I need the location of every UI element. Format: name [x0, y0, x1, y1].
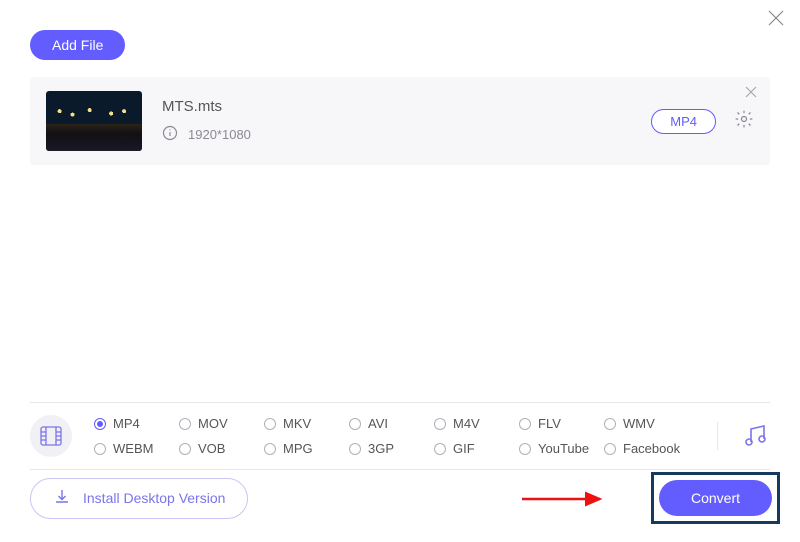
radio-icon: [94, 443, 106, 455]
format-option-gif[interactable]: GIF: [434, 441, 519, 456]
format-label: MOV: [198, 416, 228, 431]
install-desktop-label: Install Desktop Version: [83, 490, 225, 506]
format-option-3gp[interactable]: 3GP: [349, 441, 434, 456]
convert-highlight: Convert: [651, 472, 780, 524]
format-label: WMV: [623, 416, 655, 431]
radio-icon: [434, 418, 446, 430]
close-window-button[interactable]: [766, 8, 786, 33]
audio-format-button[interactable]: [717, 422, 770, 450]
format-label: MPG: [283, 441, 313, 456]
format-option-wmv[interactable]: WMV: [604, 416, 689, 431]
settings-button[interactable]: [734, 109, 754, 134]
format-option-vob[interactable]: VOB: [179, 441, 264, 456]
download-icon: [53, 488, 71, 509]
radio-icon: [349, 418, 361, 430]
format-label: Facebook: [623, 441, 680, 456]
format-label: MKV: [283, 416, 311, 431]
install-desktop-button[interactable]: Install Desktop Version: [30, 478, 248, 519]
file-thumbnail: [46, 91, 142, 151]
format-option-avi[interactable]: AVI: [349, 416, 434, 431]
format-label: MP4: [113, 416, 140, 431]
info-icon: [162, 125, 178, 144]
format-label: GIF: [453, 441, 475, 456]
format-option-facebook[interactable]: Facebook: [604, 441, 689, 456]
file-resolution: 1920*1080: [188, 127, 251, 142]
footer: Install Desktop Version Convert: [30, 472, 780, 524]
file-item: MTS.mts 1920*1080 MP4: [30, 77, 770, 165]
radio-icon: [94, 418, 106, 430]
format-label: VOB: [198, 441, 225, 456]
remove-file-button[interactable]: [744, 85, 758, 104]
format-selector-panel: MP4 MOV MKV AVI M4V FLV WMV WEBM VOB MPG 3GP GIF You…: [30, 402, 770, 470]
format-label: YouTube: [538, 441, 589, 456]
format-label: AVI: [368, 416, 388, 431]
radio-icon: [604, 443, 616, 455]
format-option-mov[interactable]: MOV: [179, 416, 264, 431]
radio-icon: [264, 443, 276, 455]
format-label: 3GP: [368, 441, 394, 456]
format-option-youtube[interactable]: YouTube: [519, 441, 604, 456]
format-label: WEBM: [113, 441, 153, 456]
file-name: MTS.mts: [162, 98, 651, 115]
add-file-button[interactable]: Add File: [30, 30, 125, 60]
format-label: M4V: [453, 416, 480, 431]
radio-icon: [179, 418, 191, 430]
format-option-mkv[interactable]: MKV: [264, 416, 349, 431]
convert-button[interactable]: Convert: [659, 480, 772, 516]
file-info: MTS.mts 1920*1080: [162, 98, 651, 144]
radio-icon: [179, 443, 191, 455]
radio-icon: [519, 443, 531, 455]
format-option-m4v[interactable]: M4V: [434, 416, 519, 431]
output-format-badge[interactable]: MP4: [651, 109, 716, 134]
format-option-mp4[interactable]: MP4: [94, 416, 179, 431]
format-option-webm[interactable]: WEBM: [94, 441, 179, 456]
format-label: FLV: [538, 416, 561, 431]
format-option-mpg[interactable]: MPG: [264, 441, 349, 456]
radio-icon: [604, 418, 616, 430]
radio-icon: [434, 443, 446, 455]
radio-icon: [519, 418, 531, 430]
radio-icon: [349, 443, 361, 455]
format-option-flv[interactable]: FLV: [519, 416, 604, 431]
radio-icon: [264, 418, 276, 430]
video-format-icon[interactable]: [30, 415, 72, 457]
